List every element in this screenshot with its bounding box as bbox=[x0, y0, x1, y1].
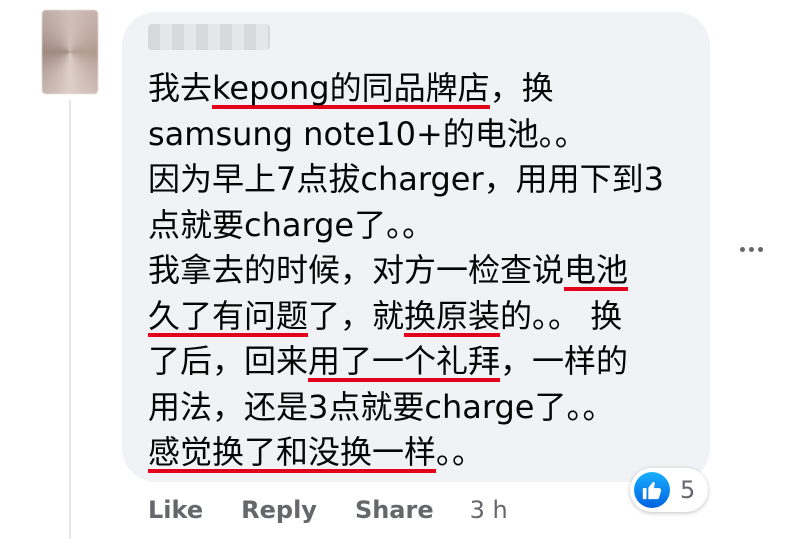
comment-text-segment: ，一样的 bbox=[500, 342, 629, 380]
comment-text-segment: 。。 bbox=[436, 433, 485, 471]
underlined-text: 久了有问题 bbox=[148, 296, 309, 337]
author-name[interactable] bbox=[148, 24, 270, 50]
comment-line: 了后，回来用了一个礼拜，一样的 bbox=[148, 339, 688, 385]
share-button[interactable]: Share bbox=[355, 496, 434, 524]
comment-actions: Like Reply Share 3 h bbox=[148, 490, 508, 530]
comment-text-segment: 用法，还是3点就要charge了。。 bbox=[148, 387, 615, 426]
comment-text-segment: 我去 bbox=[148, 69, 213, 107]
comment-line: 感觉换了和没换一样。。 bbox=[148, 430, 688, 476]
comment-line: 我拿去的时候，对方一检查说电池 bbox=[148, 248, 688, 294]
underlined-text: 电池 bbox=[564, 251, 629, 291]
more-options-icon[interactable] bbox=[734, 232, 768, 266]
comment-line: 我去kepong的同品牌店，换 bbox=[148, 66, 688, 112]
underlined-text: 用了一个礼拜 bbox=[308, 342, 501, 382]
thread-line bbox=[69, 100, 71, 539]
comment-timestamp[interactable]: 3 h bbox=[470, 496, 508, 524]
underlined-text: 感觉换了和没换一样 bbox=[148, 433, 437, 473]
comment-text-segment: 了，就 bbox=[308, 296, 405, 335]
comment-text-segment: 点就要charge了。。 bbox=[148, 205, 435, 244]
comment-text: 我去kepong的同品牌店，换 samsung note10+的电池。。 因为早上7… bbox=[148, 66, 688, 476]
reaction-count: 5 bbox=[680, 476, 696, 504]
comment-text-segment: 了后，回来 bbox=[148, 342, 309, 380]
like-reaction-icon bbox=[634, 472, 670, 508]
underlined-text: kepong的同品牌店 bbox=[212, 69, 490, 109]
reply-button[interactable]: Reply bbox=[241, 496, 317, 524]
comment-text-segment: ，换 bbox=[489, 69, 554, 107]
underlined-text: 换原装 bbox=[404, 296, 501, 337]
comment-text-segment: samsung note10+的电池。。 bbox=[148, 114, 587, 153]
reaction-summary[interactable]: 5 bbox=[630, 468, 708, 512]
comment-line: 点就要charge了。。 bbox=[148, 203, 688, 249]
comment-text-segment: 我拿去的时候，对方一检查说 bbox=[148, 251, 565, 289]
comment-line: samsung note10+的电池。。 bbox=[148, 112, 688, 158]
like-button[interactable]: Like bbox=[148, 496, 203, 524]
comment-line: 久了有问题了，就换原装的。。 换 bbox=[148, 294, 688, 340]
comment-text-segment: 因为早上7点拔charger，用用下到3 bbox=[148, 160, 664, 198]
comment-text-segment: 的。。 换 bbox=[500, 296, 623, 335]
avatar[interactable] bbox=[42, 10, 98, 94]
comment-line: 用法，还是3点就要charge了。。 bbox=[148, 385, 688, 431]
comment-line: 因为早上7点拔charger，用用下到3 bbox=[148, 157, 688, 203]
